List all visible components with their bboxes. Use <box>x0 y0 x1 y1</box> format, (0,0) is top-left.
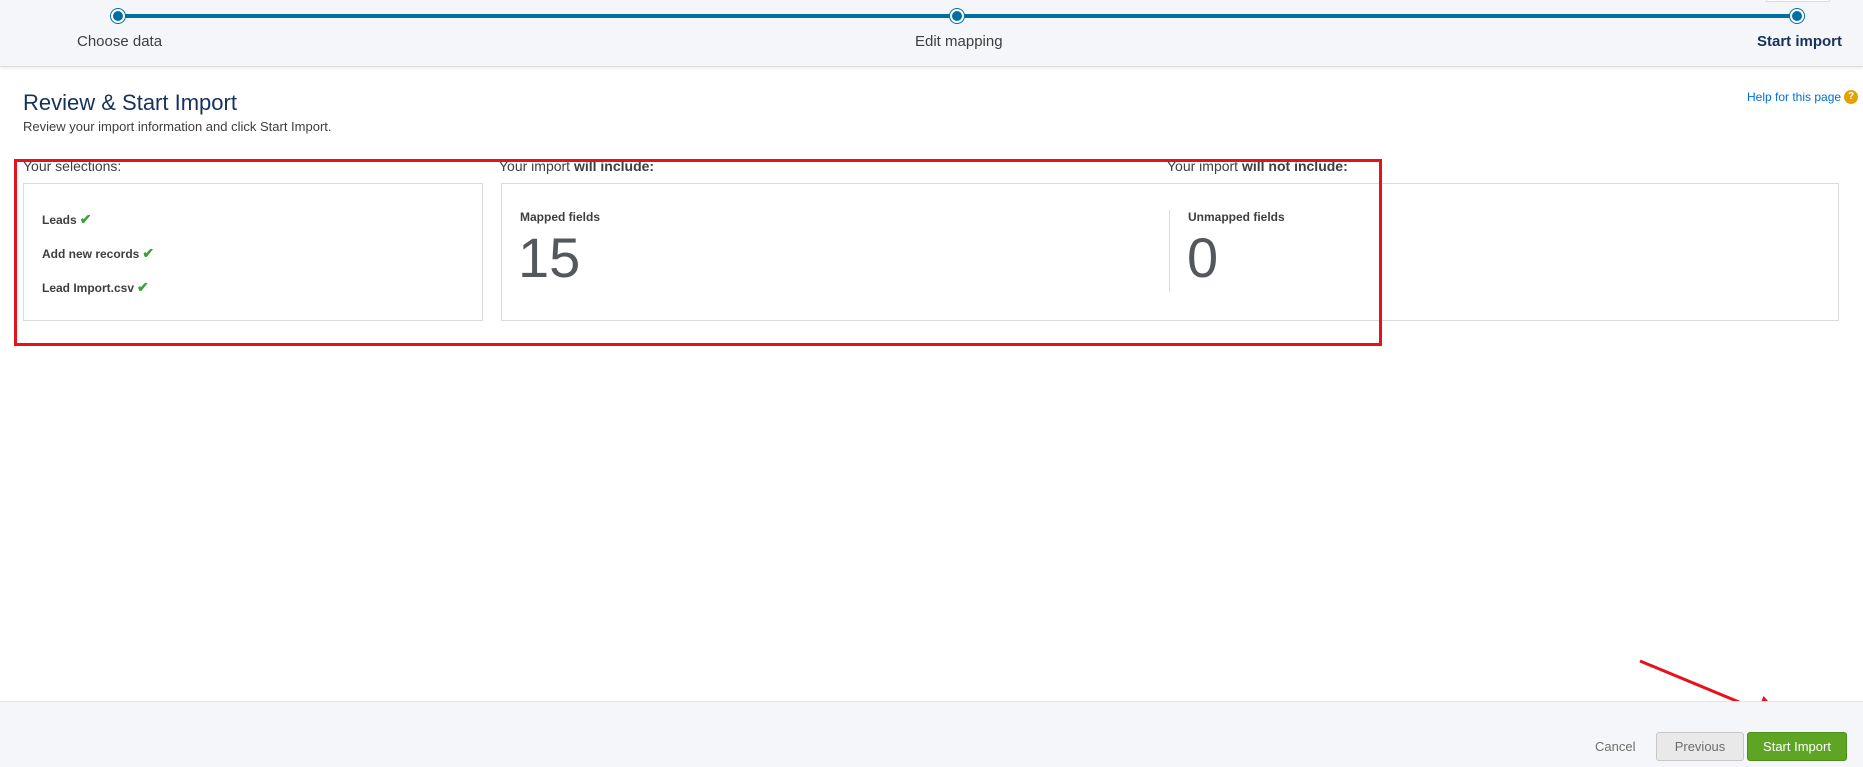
selections-panel: Leads ✔ Add new records ✔ Lead Import.csv ✔ <box>23 183 483 321</box>
selection-label: Add new records <box>42 247 140 261</box>
summary-divider <box>1169 210 1170 292</box>
exclude-heading-prefix: Your import <box>1167 158 1239 174</box>
checkmark-icon: ✔ <box>79 211 92 227</box>
page-title: Review & Start Import <box>23 90 237 115</box>
include-heading-bold: will include: <box>573 158 655 174</box>
page-subtitle: Review your import information and click… <box>23 119 332 134</box>
step-dot-edit-mapping[interactable] <box>950 9 964 23</box>
checkmark-icon: ✔ <box>142 245 155 261</box>
step-label-edit-mapping[interactable]: Edit mapping <box>915 33 1003 50</box>
step-tooltip <box>1766 0 1830 2</box>
exclude-heading: Your import will not include: <box>1167 158 1348 174</box>
include-heading-prefix: Your import <box>499 158 571 174</box>
previous-button[interactable]: Previous <box>1656 732 1744 761</box>
help-icon[interactable]: ? <box>1844 90 1859 104</box>
step-dot-choose-data[interactable] <box>111 9 125 23</box>
checkmark-icon: ✔ <box>137 279 149 295</box>
selection-label: Lead Import.csv <box>42 281 135 295</box>
cancel-button[interactable]: Cancel <box>1581 732 1649 761</box>
step-dot-start-import[interactable] <box>1790 9 1804 23</box>
start-import-button[interactable]: Start Import <box>1747 732 1847 761</box>
selection-item-action: Add new records ✔ <box>42 245 154 262</box>
selection-item-file: Lead Import.csv ✔ <box>42 279 149 296</box>
import-summary-panel: Mapped fields 15 Unmapped fields 0 <box>501 183 1839 321</box>
step-label-choose-data[interactable]: Choose data <box>77 33 162 50</box>
mapped-fields-count: 15 <box>518 226 581 289</box>
step-label-start-import: Start import <box>1757 33 1843 50</box>
footer-bar: Cancel Previous Start Import <box>0 701 1863 767</box>
selections-heading-text: Your selections: <box>23 158 122 174</box>
include-heading: Your import will include: <box>499 158 654 174</box>
help-link[interactable]: Help for this page ? <box>1747 90 1859 104</box>
annotation-arrow-icon <box>1639 659 1786 724</box>
selection-label: Leads <box>42 213 77 227</box>
exclude-heading-bold: will not include: <box>1241 158 1348 174</box>
selection-item-object: Leads ✔ <box>42 211 91 228</box>
import-progress-bar: Choose data Edit mapping Start import <box>0 0 1863 67</box>
mapped-fields-label: Mapped fields <box>520 210 601 224</box>
selections-heading: Your selections: <box>23 158 121 174</box>
unmapped-fields-count: 0 <box>1187 226 1219 289</box>
unmapped-fields-label: Unmapped fields <box>1188 210 1285 224</box>
help-link-label[interactable]: Help for this page <box>1747 90 1841 104</box>
